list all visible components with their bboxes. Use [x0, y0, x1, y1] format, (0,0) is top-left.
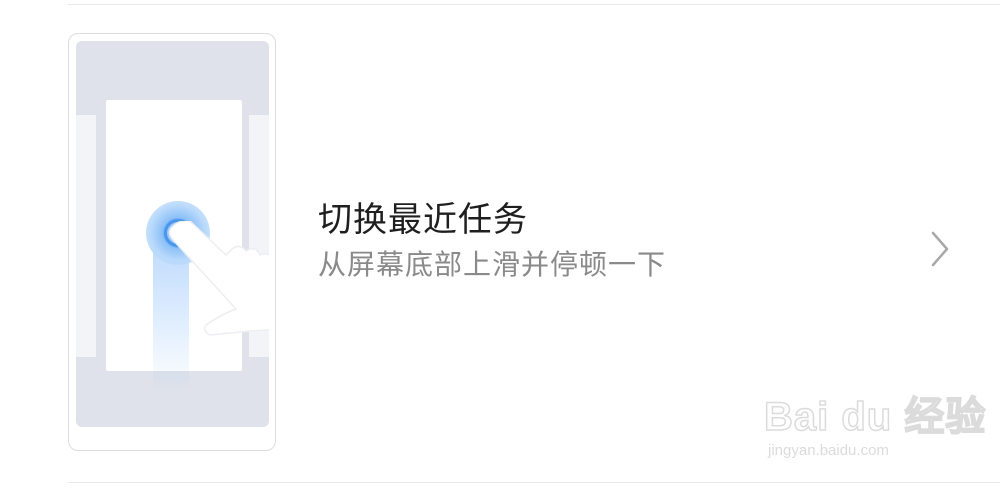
watermark-logo: Bai du 经验	[763, 394, 987, 440]
gesture-title: 切换最近任务	[318, 200, 528, 240]
watermark-url: jingyan.baidu.com	[768, 442, 889, 459]
settings-page: 切换最近任务 从屏幕底部上滑并停顿一下 Bai du 经验 jingyan.ba…	[0, 0, 1000, 491]
phone-screen	[76, 41, 269, 427]
bottom-divider	[68, 482, 1000, 483]
swipe-up-hold-illustration	[68, 33, 276, 451]
chevron-right-icon[interactable]	[926, 229, 952, 269]
gesture-description: 从屏幕底部上滑并停顿一下	[318, 248, 667, 281]
left-recent-card	[76, 115, 96, 357]
baidu-jingyan-watermark: Bai du 经验 jingyan.baidu.com	[763, 380, 986, 470]
gesture-text: 切换最近任务 从屏幕底部上滑并停顿一下	[318, 198, 666, 284]
hand-pointer-icon	[168, 221, 269, 336]
